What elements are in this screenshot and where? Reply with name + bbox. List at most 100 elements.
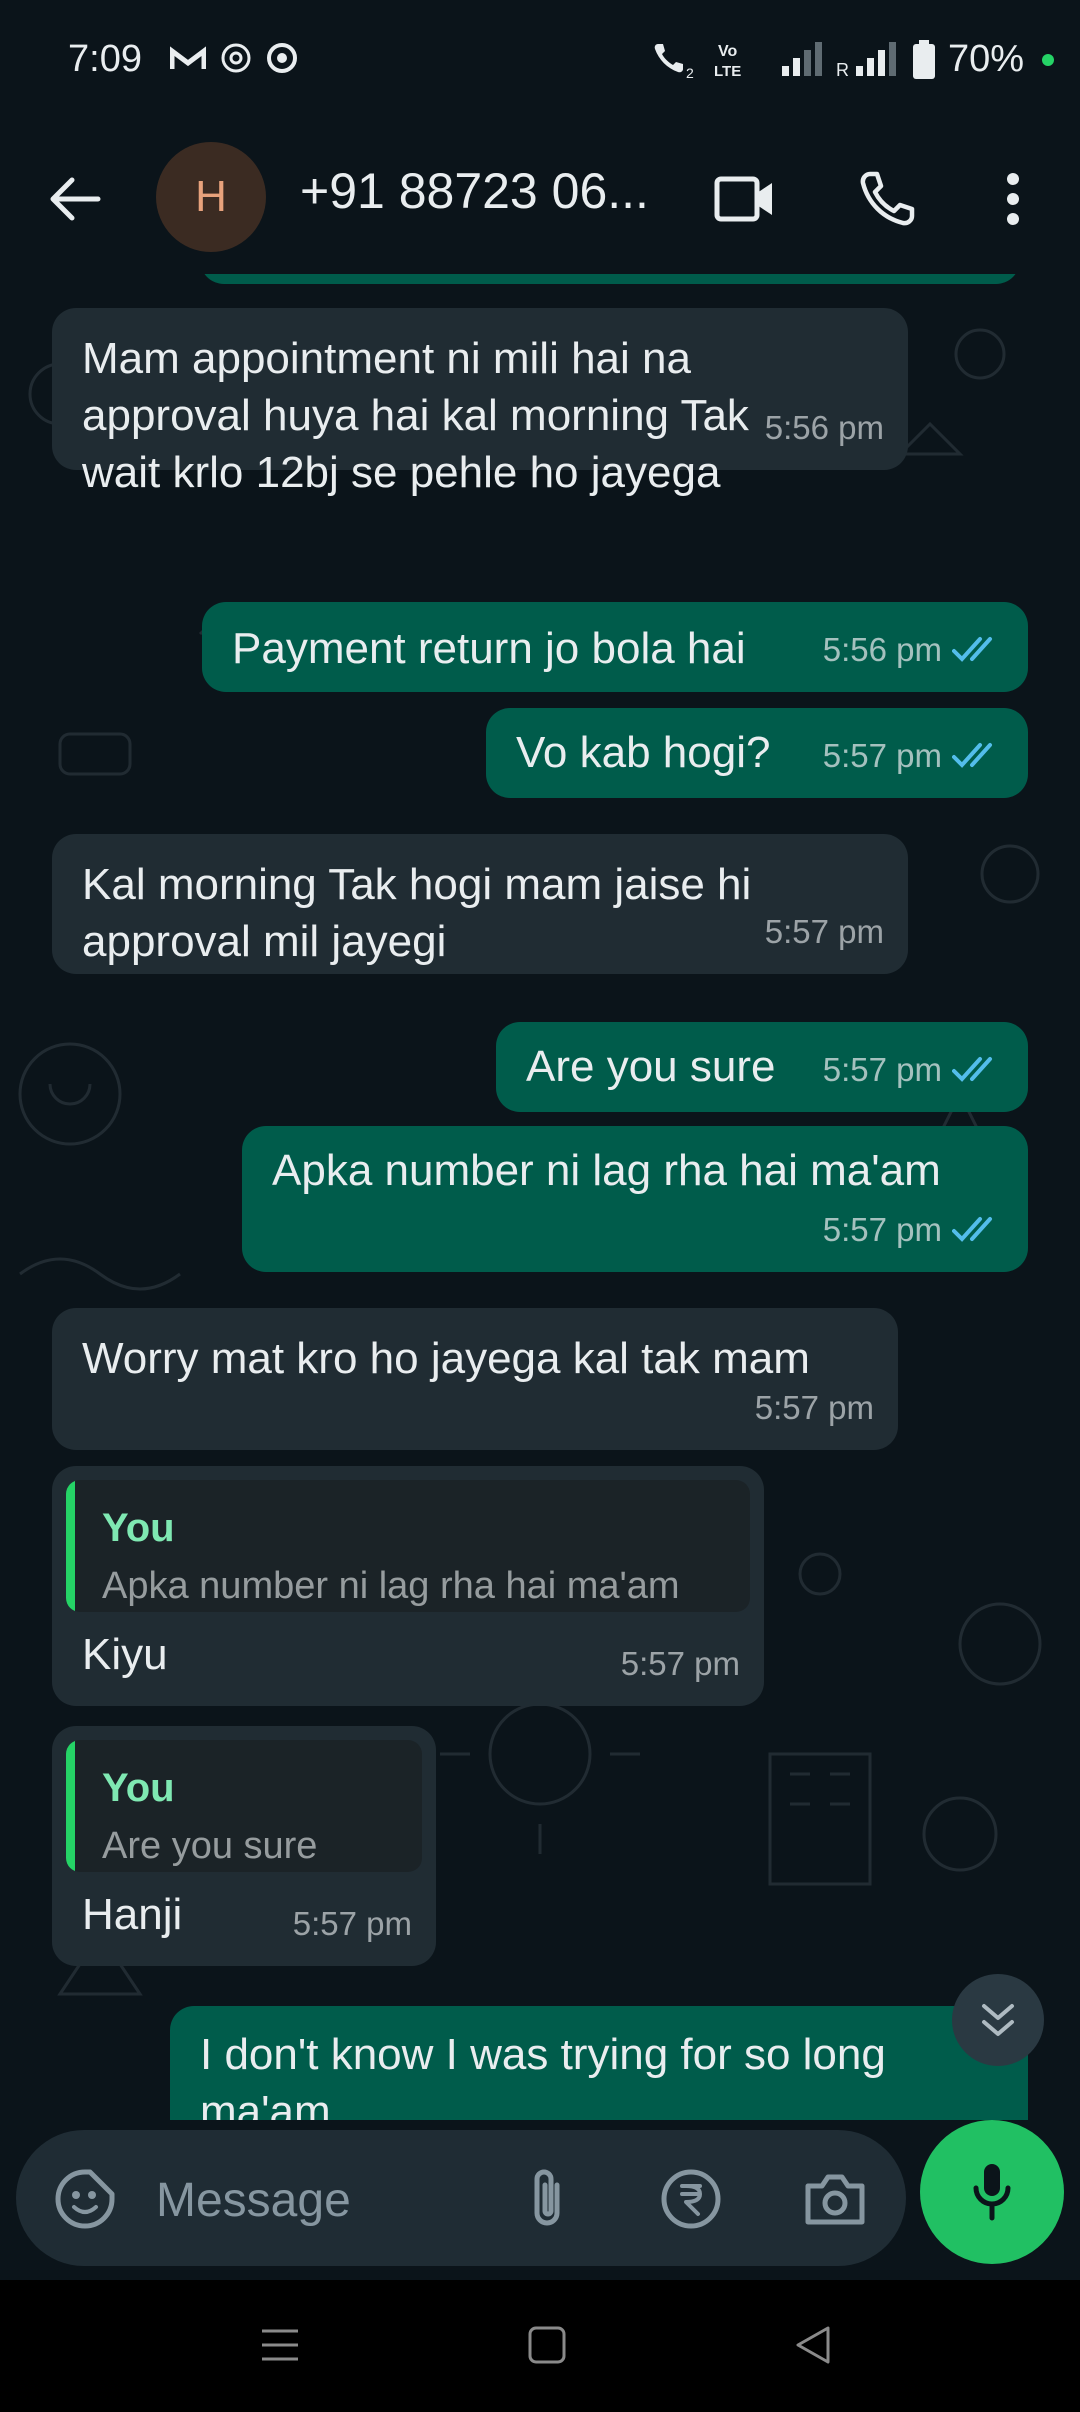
read-ticks-icon (952, 1056, 992, 1082)
home-button[interactable] (512, 2310, 582, 2380)
message-time: 5:57 pm (292, 1905, 412, 1942)
square-home-icon (528, 2326, 566, 2364)
read-ticks-icon (952, 636, 992, 662)
message-meta: 5:57 pm (755, 1379, 874, 1436)
message-time: 5:56 pm (822, 631, 942, 668)
message-bubble-incoming-reply[interactable]: You Are you sure Hanji 5:57 pm (52, 1726, 436, 1966)
avatar[interactable]: H (156, 142, 266, 252)
message-text: Kal morning Tak hogi mam jaise hi approv… (82, 860, 752, 966)
paperclip-icon (534, 2169, 560, 2226)
menu-lines-icon (262, 2329, 298, 2361)
message-bubble-incoming[interactable]: Mam appointment ni mili hai na approval … (52, 308, 908, 497)
notification-icons (170, 42, 298, 74)
svg-text:2: 2 (686, 65, 694, 80)
quote-author: You (102, 1506, 175, 1550)
message-text: Kiyu (82, 1630, 168, 1679)
message-text: Worry mat kro ho jayega kal tak mam (82, 1334, 810, 1383)
triangle-back-icon (796, 2326, 830, 2364)
privacy-indicator-dot (1042, 53, 1054, 66)
message-time: 5:57 pm (822, 737, 942, 774)
gmail-icon (170, 46, 206, 69)
message-text: Mam appointment ni mili hai na approval … (82, 334, 749, 497)
back-button[interactable] (40, 164, 110, 234)
quoted-message[interactable]: You Apka number ni lag rha hai ma'am (66, 1480, 750, 1612)
quote-accent-bar (66, 1480, 75, 1612)
scroll-to-bottom-button[interactable] (952, 1974, 1044, 2066)
message-meta: 5:57 pm (765, 903, 884, 960)
more-options-button[interactable] (978, 164, 1048, 234)
app-notification-icon (221, 43, 251, 73)
svg-text:LTE: LTE (714, 63, 741, 80)
video-camera-icon (714, 176, 772, 222)
back-nav-button[interactable] (778, 2310, 848, 2380)
message-bubble-outgoing[interactable]: I don't know I was trying for so long ma… (170, 2006, 1028, 2120)
more-vertical-icon (1007, 173, 1019, 225)
wifi-calling-icon: 2 (654, 43, 694, 80)
message-time: 5:56 pm (764, 409, 884, 446)
message-time: 5:57 pm (822, 1051, 942, 1088)
quote-text: Apka number ni lag rha hai ma'am (102, 1565, 680, 1607)
message-text: Are you sure (526, 1042, 776, 1091)
message-bubble-incoming[interactable]: Worry mat kro ho jayega kal tak mam 5:57… (52, 1308, 898, 1450)
status-bar: 7:09 2 Vo LTE R 70% (0, 0, 1080, 124)
contact-name[interactable]: +91 88723 06... (300, 162, 670, 220)
volte-icon: Vo LTE (714, 43, 741, 80)
message-meta: 5:57 pm (823, 1201, 1004, 1258)
message-bubble-incoming-reply[interactable]: You Apka number ni lag rha hai ma'am Kiy… (52, 1466, 764, 1706)
message-text: Hanji (82, 1890, 183, 1939)
composer-bar (0, 2120, 1080, 2280)
message-time: 5:57 pm (754, 1389, 874, 1426)
chat-header: H +91 88723 06... (0, 124, 1080, 274)
read-ticks-icon (952, 1216, 992, 1242)
message-meta: 5:57 pm (823, 727, 1004, 784)
message-meta: 5:57 pm (823, 1041, 1004, 1098)
quote-accent-bar (66, 1740, 75, 1872)
message-bubble-outgoing[interactable]: Apka number ni lag rha hai ma'am 5:57 pm (242, 1126, 1028, 1272)
message-bubble-incoming[interactable]: Kal morning Tak hogi mam jaise hi approv… (52, 834, 908, 974)
battery-icon (912, 39, 935, 79)
voice-message-button[interactable] (920, 2120, 1064, 2264)
quoted-message[interactable]: You Are you sure (66, 1740, 422, 1872)
message-input[interactable] (156, 2170, 486, 2230)
message-meta: 5:57 pm (293, 1895, 412, 1952)
message-composer (16, 2130, 906, 2266)
rupee-icon (661, 2169, 721, 2229)
message-meta: 5:57 pm (621, 1635, 740, 1692)
svg-text:R: R (836, 60, 849, 78)
sticker-smiley-icon (55, 2169, 115, 2229)
double-chevron-down-icon (982, 2004, 1014, 2036)
recents-button[interactable] (245, 2310, 315, 2380)
quote-text: Are you sure (102, 1825, 318, 1867)
arrow-left-icon (50, 177, 101, 221)
camera-button[interactable] (800, 2164, 870, 2234)
attach-button[interactable] (512, 2164, 582, 2234)
voice-call-button[interactable] (852, 164, 922, 234)
message-bubble-outgoing[interactable]: Vo kab hogi? 5:57 pm (486, 708, 1028, 798)
message-text: I don't know I was trying for so long ma… (200, 2030, 886, 2120)
message-text: Apka number ni lag rha hai ma'am (272, 1146, 941, 1195)
phone-icon (860, 171, 915, 226)
battery-percent: 70% (947, 38, 1024, 80)
message-bubble-outgoing[interactable]: Payment return jo bola hai 5:56 pm (202, 602, 1028, 692)
status-right-icons: 2 Vo LTE R 70% (650, 38, 1054, 81)
status-time: 7:09 (68, 38, 142, 80)
message-bubble-outgoing[interactable]: Are you sure 5:57 pm (496, 1022, 1028, 1112)
message-time: 5:57 pm (822, 1211, 942, 1248)
message-list[interactable]: Mam appointment ni mili hai na approval … (0, 274, 1080, 2120)
message-time: 5:57 pm (620, 1645, 740, 1682)
read-ticks-icon (952, 742, 992, 768)
previous-message-bubble-edge (200, 274, 1020, 284)
chrome-icon (267, 43, 297, 73)
system-navigation-bar (0, 2280, 1080, 2412)
payment-button[interactable] (656, 2164, 726, 2234)
message-text: Payment return jo bola hai (232, 624, 746, 673)
svg-text:Vo: Vo (718, 43, 737, 60)
camera-icon (805, 2174, 865, 2225)
message-meta: 5:56 pm (823, 621, 1004, 678)
signal-2-icon: R (836, 41, 896, 78)
whatsapp-chat-screen: 7:09 2 Vo LTE R 70% H +91 88723 06... Ma… (0, 0, 1080, 2412)
microphone-icon (973, 2164, 1011, 2221)
quote-author: You (102, 1766, 175, 1810)
video-call-button[interactable] (710, 164, 780, 234)
emoji-sticker-button[interactable] (50, 2164, 120, 2234)
